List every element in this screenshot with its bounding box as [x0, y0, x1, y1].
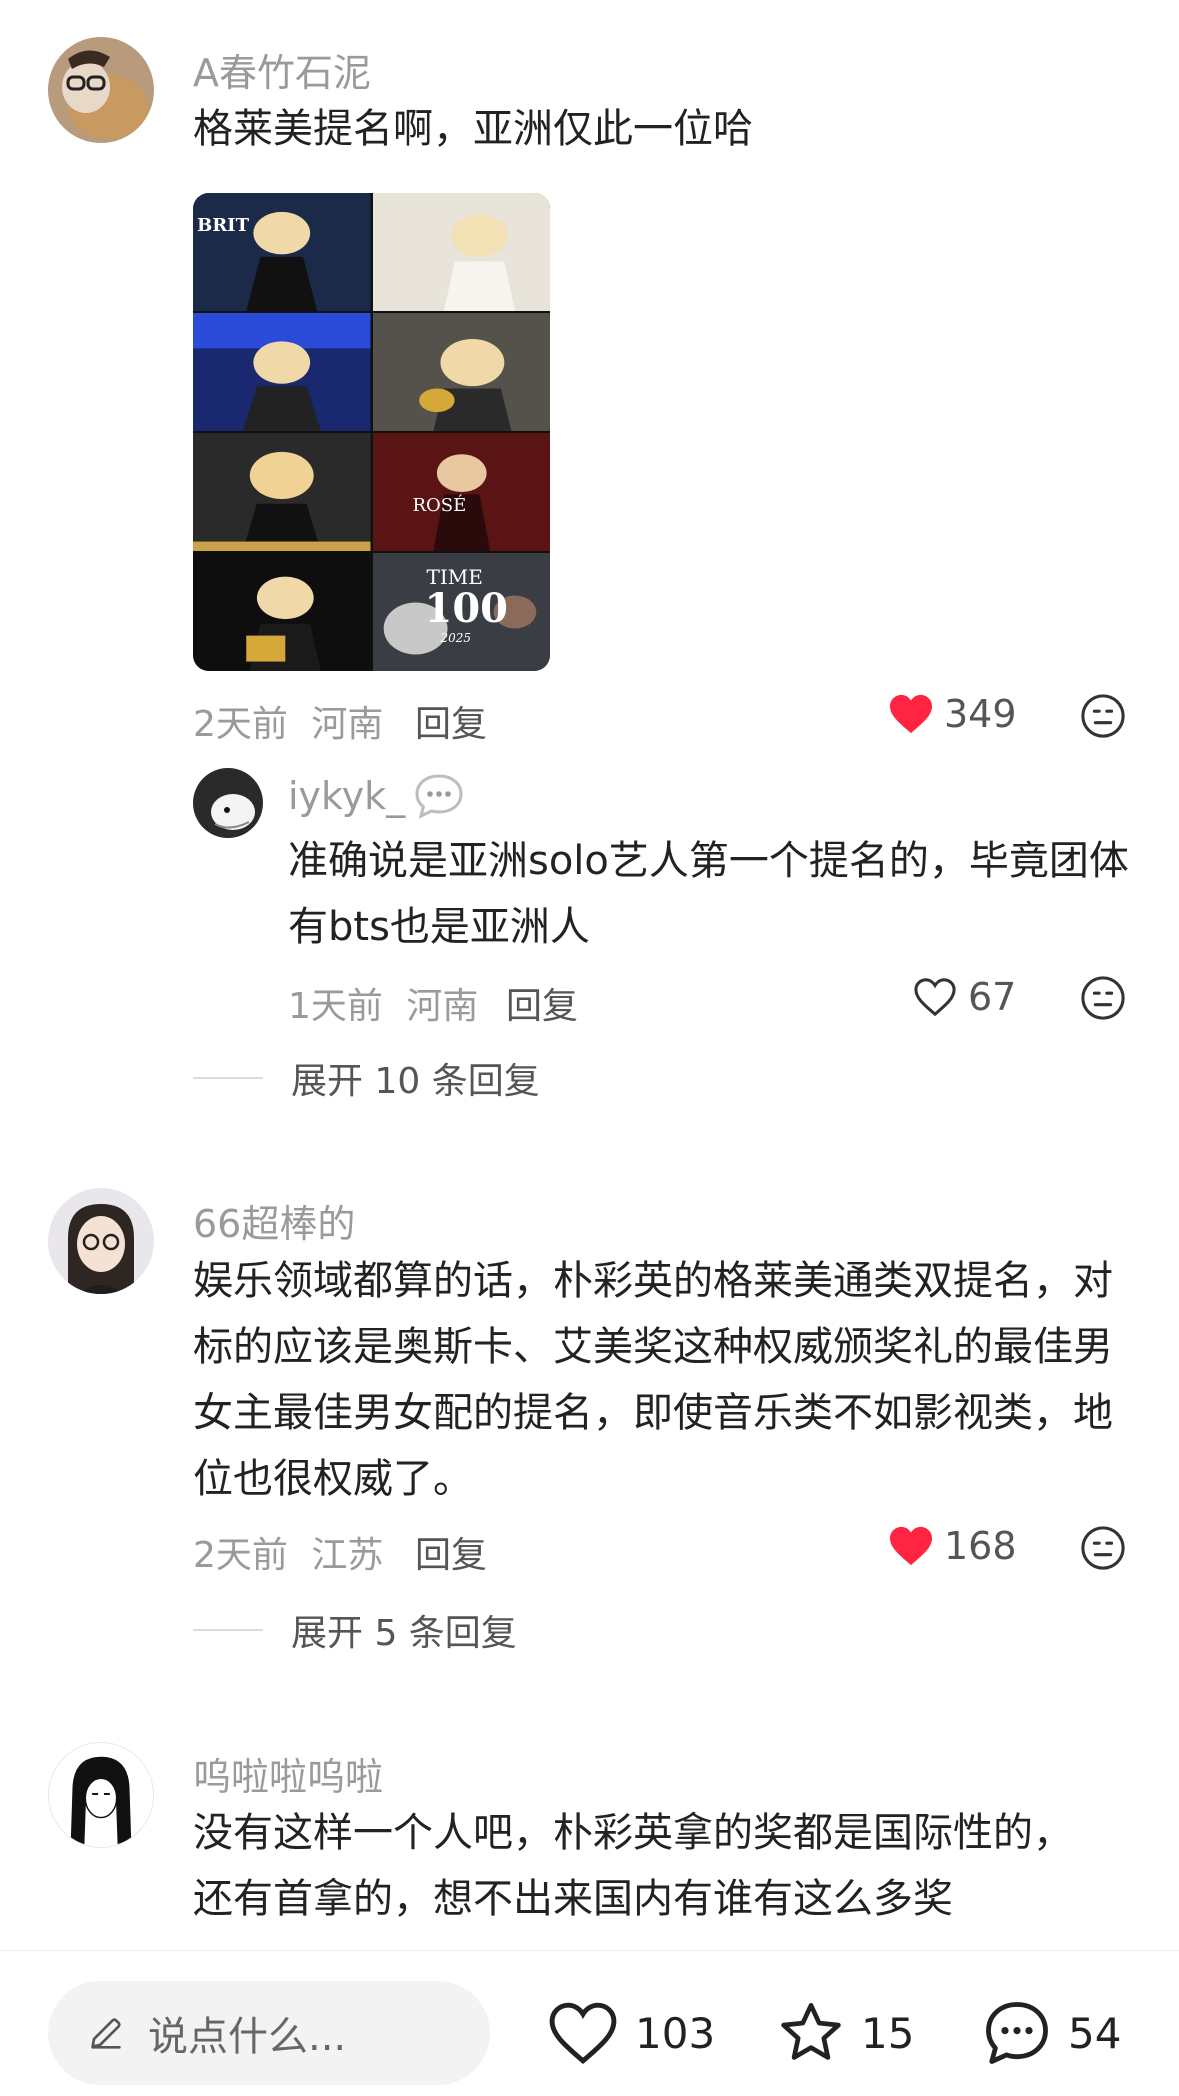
comment-meta: 2天前 江苏	[193, 1526, 383, 1578]
avatar[interactable]	[48, 1188, 154, 1294]
username[interactable]: iykyk_	[288, 772, 465, 820]
star-icon	[781, 2002, 841, 2060]
avatar[interactable]	[48, 37, 154, 143]
avatar[interactable]	[48, 1742, 154, 1848]
favorite-button[interactable]: 15	[775, 1981, 914, 2085]
reply-button[interactable]: 回复	[415, 1526, 487, 1578]
comment-button[interactable]: 54	[980, 1981, 1121, 2085]
comment-meta: 2天前 河南	[193, 695, 383, 747]
divider	[193, 1629, 263, 1631]
reply-meta: 1天前 河南	[288, 977, 478, 1029]
expand-replies-button[interactable]: 展开 5 条回复	[193, 1604, 517, 1656]
comment-location: 江苏	[311, 1535, 384, 1576]
username[interactable]: 66超棒的	[193, 1193, 355, 1248]
chat-bubble-icon	[415, 774, 463, 819]
time-100-text: 100	[424, 585, 509, 632]
like-button[interactable]: 168	[888, 1524, 1017, 1568]
comment-text: 格莱美提名啊，亚洲仅此一位哈	[193, 106, 753, 152]
comment-location: 河南	[311, 704, 384, 745]
brit-text: BRIT	[197, 215, 249, 236]
expand-replies-button[interactable]: 展开 10 条回复	[193, 1052, 540, 1104]
reply-location: 河南	[406, 986, 479, 1027]
username[interactable]: 呜啦啦呜啦	[193, 1746, 383, 1801]
comment-time: 2天前	[193, 704, 288, 745]
comment-text: 没有这样一个人吧，朴彩英拿的奖都是国际性的，还有首拿的，想不出来国内有谁有这么多…	[193, 1810, 1073, 1922]
photo-tile	[372, 313, 550, 431]
expand-label: 展开 5 条回复	[291, 1613, 517, 1654]
comment-image[interactable]: BRIT ROSÉ TIME 100 2025	[193, 193, 550, 671]
comment-input[interactable]: 说点什么...	[48, 1981, 490, 2085]
photo-tile: ROSÉ	[372, 433, 550, 551]
expand-label: 展开 10 条回复	[291, 1061, 540, 1102]
year-text: 2025	[440, 631, 472, 645]
like-count: 168	[944, 1524, 1017, 1568]
dislike-icon[interactable]	[1080, 1525, 1126, 1571]
heart-outline-icon	[549, 2002, 617, 2065]
username[interactable]: A春竹石泥	[193, 42, 371, 97]
comment-text: 娱乐领域都算的话，朴彩英的格莱美通类双提名，对标的应该是奥斯卡、艾美奖这种权威颁…	[193, 1258, 1113, 1502]
comment-feed[interactable]: A春竹石泥 格莱美提名啊，亚洲仅此一位哈 BRIT ROSÉ TIME 100	[0, 0, 1179, 1950]
like-button[interactable]: 349	[888, 692, 1017, 736]
heart-outline-icon	[914, 978, 956, 1017]
rose-text: ROSÉ	[412, 495, 467, 516]
photo-tile: BRIT	[193, 193, 371, 311]
dislike-icon[interactable]	[1080, 693, 1126, 739]
bottom-action-bar: 说点什么... 103 15 54	[0, 1950, 1179, 2096]
avatar[interactable]	[193, 768, 263, 838]
photo-tile	[193, 313, 371, 431]
like-count: 349	[944, 692, 1017, 736]
reply-button[interactable]: 回复	[506, 977, 578, 1029]
comment-bubble-icon	[986, 2002, 1048, 2064]
post-like-count: 103	[635, 2008, 716, 2058]
reply-text: 准确说是亚洲solo艺人第一个提名的，毕竟团体有bts也是亚洲人	[288, 838, 1129, 950]
photo-tile	[193, 553, 371, 671]
heart-filled-icon	[890, 1526, 932, 1566]
photo-tile	[372, 193, 550, 311]
reply-username: iykyk_	[288, 774, 406, 818]
reply-time: 1天前	[288, 986, 383, 1027]
reply-button[interactable]: 回复	[415, 695, 487, 747]
photo-tile: TIME 100 2025	[372, 553, 550, 671]
comment-count: 54	[1068, 2008, 1122, 2058]
divider	[193, 1077, 263, 1079]
pencil-icon	[91, 2018, 121, 2049]
like-button[interactable]: 67	[912, 975, 1016, 1019]
comment-time: 2天前	[193, 1535, 288, 1576]
photo-tile	[193, 433, 371, 551]
input-placeholder: 说点什么...	[148, 2014, 347, 2060]
heart-filled-icon	[890, 694, 932, 734]
like-post-button[interactable]: 103	[545, 1981, 715, 2085]
dislike-icon[interactable]	[1080, 975, 1126, 1021]
favorite-count: 15	[861, 2008, 915, 2058]
like-count: 67	[968, 975, 1017, 1019]
